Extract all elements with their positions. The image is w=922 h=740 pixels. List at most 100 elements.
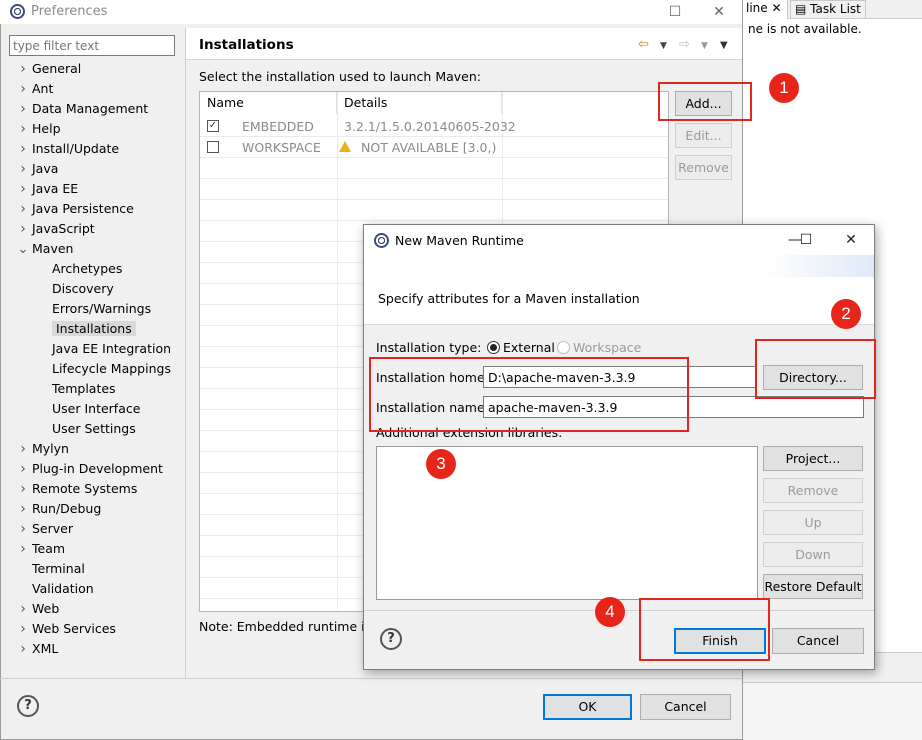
tree-item[interactable]: › Java [14, 159, 171, 179]
tree-item-label: Ant [32, 81, 54, 96]
ok-button[interactable]: OK [543, 694, 632, 720]
help-icon[interactable]: ? [380, 628, 402, 650]
row-separator [200, 199, 668, 200]
column-divider [337, 92, 338, 611]
close-window-icon[interactable]: ✕ [840, 230, 862, 250]
tree-item[interactable]: › Install/Update [14, 139, 171, 159]
chevron-right-icon[interactable]: › [14, 439, 32, 459]
preferences-titlebar [0, 0, 742, 24]
tree-item[interactable]: Terminal [14, 559, 171, 579]
tree-item[interactable]: › Remote Systems [14, 479, 171, 499]
chevron-right-icon[interactable]: › [14, 139, 32, 159]
tree-item-label: Installations [52, 321, 136, 336]
chevron-right-icon[interactable]: › [14, 159, 32, 179]
chevron-right-icon[interactable]: › [14, 99, 32, 119]
runtime-details: 3.2.1/1.5.0.20140605-2032 [344, 119, 516, 134]
chevron-right-icon[interactable]: › [14, 539, 32, 559]
remove-library-button[interactable]: Remove [763, 478, 863, 503]
tree-item[interactable]: Lifecycle Mappings [14, 359, 171, 379]
maximize-icon[interactable]: ☐ [664, 2, 686, 22]
chevron-right-icon[interactable]: › [14, 459, 32, 479]
annotation-box-add [658, 82, 752, 121]
tree-item-label: Java EE [32, 181, 79, 196]
back-menu-chevron-icon[interactable]: ▼ [660, 41, 667, 51]
tree-item-label: Help [32, 121, 61, 136]
tree-item[interactable]: › Java Persistence [14, 199, 171, 219]
chevron-right-icon[interactable]: › [14, 119, 32, 139]
tree-item[interactable]: Discovery [14, 279, 171, 299]
chevron-right-icon[interactable]: › [14, 199, 32, 219]
close-icon[interactable]: ✕ [771, 1, 781, 15]
tree-item-label: Plug-in Development [32, 461, 163, 476]
chevron-right-icon[interactable]: › [14, 499, 32, 519]
tree-item[interactable]: ⌄ Maven [14, 239, 171, 259]
maximize-icon[interactable]: ☐ [795, 230, 817, 250]
help-icon[interactable]: ? [17, 695, 39, 717]
tree-item[interactable]: › Java EE [14, 179, 171, 199]
filter-input[interactable] [9, 35, 175, 56]
tree-item[interactable]: › Mylyn [14, 439, 171, 459]
annotation-badge-3: 3 [426, 449, 456, 479]
tree-item[interactable]: › XML [14, 639, 171, 659]
preferences-title: Preferences [31, 4, 108, 19]
tree-item[interactable]: Archetypes [14, 259, 171, 279]
up-button[interactable]: Up [763, 510, 863, 535]
external-radio[interactable] [487, 341, 500, 354]
tree-item-label: Web [32, 601, 60, 616]
tree-item[interactable]: › General [14, 59, 171, 79]
chevron-down-icon[interactable]: ⌄ [14, 240, 32, 260]
chevron-right-icon[interactable]: › [14, 599, 32, 619]
chevron-right-icon[interactable]: › [14, 619, 32, 639]
tree-item[interactable]: › Web Services [14, 619, 171, 639]
chevron-right-icon[interactable]: › [14, 639, 32, 659]
restore-default-button[interactable]: Restore Default [763, 574, 863, 599]
tree-item[interactable]: › JavaScript [14, 219, 171, 239]
chevron-right-icon[interactable]: › [14, 59, 32, 79]
workspace-checkbox[interactable] [207, 141, 219, 153]
tree-item[interactable]: › Web [14, 599, 171, 619]
external-radio-label[interactable]: External [503, 340, 555, 355]
tree-item[interactable]: Validation [14, 579, 171, 599]
project-button[interactable]: Project... [763, 446, 863, 471]
back-arrow-icon[interactable]: ⇦ [638, 37, 649, 52]
dialog-cancel-button[interactable]: Cancel [772, 628, 864, 654]
page-title: Installations [199, 37, 294, 53]
chevron-right-icon[interactable]: › [14, 179, 32, 199]
cancel-button[interactable]: Cancel [640, 694, 731, 720]
chevron-right-icon[interactable]: › [14, 79, 32, 99]
tree-item[interactable]: › Run/Debug [14, 499, 171, 519]
tree-item[interactable]: › Team [14, 539, 171, 559]
column-header-details[interactable]: Details [337, 92, 502, 114]
annotation-badge-2: 2 [831, 299, 861, 329]
chevron-right-icon[interactable]: › [14, 519, 32, 539]
column-header-name[interactable]: Name [200, 92, 337, 114]
chevron-right-icon[interactable]: › [14, 219, 32, 239]
tree-item[interactable]: Installations [14, 319, 171, 339]
tree-item[interactable]: › Data Management [14, 99, 171, 119]
table-row[interactable]: WORKSPACE NOT AVAILABLE [3.0,) [200, 136, 668, 157]
tree-item[interactable]: › Ant [14, 79, 171, 99]
tree-item[interactable]: User Interface [14, 399, 171, 419]
tree-item[interactable]: Errors/Warnings [14, 299, 171, 319]
tree-item[interactable]: Java EE Integration [14, 339, 171, 359]
tree-item[interactable]: › Plug-in Development [14, 459, 171, 479]
tree-item[interactable]: › Help [14, 119, 171, 139]
down-button[interactable]: Down [763, 542, 863, 567]
table-row[interactable]: ✓ EMBEDDED 3.2.1/1.5.0.20140605-2032 [200, 115, 668, 136]
tree-item-label: Java Persistence [32, 201, 134, 216]
view-menu-icon[interactable]: ▼ [720, 40, 728, 51]
embedded-checkbox[interactable]: ✓ [207, 120, 219, 132]
tree-item[interactable]: Templates [14, 379, 171, 399]
banner-decoration [764, 255, 874, 277]
tree-item[interactable]: › Server [14, 519, 171, 539]
tree-item[interactable]: User Settings [14, 419, 171, 439]
remove-button[interactable]: Remove [675, 155, 732, 180]
tab-outline[interactable]: line ✕ [742, 0, 788, 19]
chevron-right-icon[interactable]: › [14, 479, 32, 499]
row-separator [200, 157, 668, 158]
close-window-icon[interactable]: ✕ [708, 2, 730, 22]
tab-task-list[interactable]: ▤ Task List [790, 0, 866, 19]
tree-item-label: Lifecycle Mappings [52, 361, 171, 376]
tree-item-label: Maven [32, 241, 74, 256]
edit-button[interactable]: Edit... [675, 123, 732, 148]
